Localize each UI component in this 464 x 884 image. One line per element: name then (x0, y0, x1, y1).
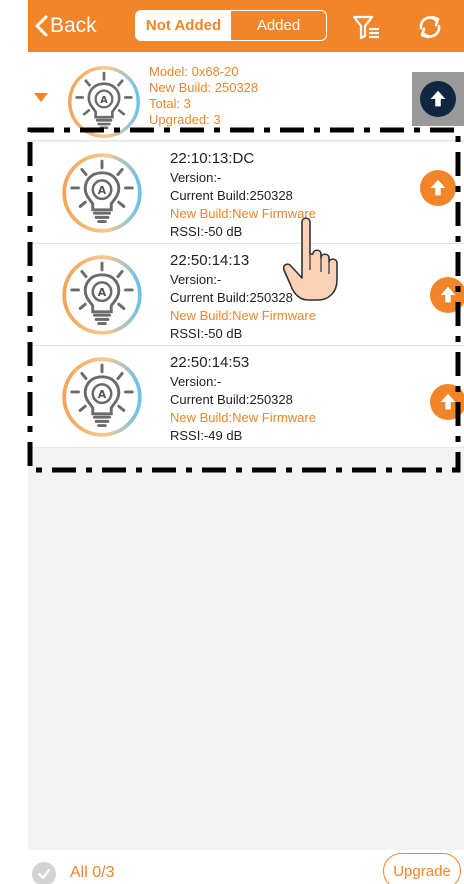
back-button[interactable]: Back (34, 11, 97, 41)
device-mac: 22:50:14:53 (170, 354, 250, 371)
refresh-icon[interactable] (415, 12, 445, 42)
group-info: Model: 0x68-20 New Build: 250328 Total: … (149, 64, 258, 128)
group-upgrade-circle (420, 81, 456, 117)
device-current-build: Current Build:250328 (170, 392, 293, 407)
device-rssi: RSSI:-49 dB (170, 428, 243, 443)
device-upgrade-button[interactable] (420, 170, 456, 206)
bulb-icon (66, 64, 142, 140)
device-current-build: Current Build:250328 (170, 188, 293, 203)
tab-added[interactable]: Added (231, 11, 326, 40)
footer-bar: All 0/3 Upgrade (28, 850, 464, 884)
device-row[interactable]: 22:10:13:DC Version:- Current Build:2503… (28, 142, 464, 244)
upgrade-button[interactable]: Upgrade (383, 853, 461, 884)
group-upgraded: Upgraded: 3 (149, 112, 221, 127)
upload-arrow-icon (437, 391, 459, 413)
group-upgrade-button[interactable] (412, 72, 464, 126)
checkmark-icon (37, 868, 51, 880)
group-total: Total: 3 (149, 96, 191, 111)
bulb-icon (60, 253, 144, 337)
device-version: Version:- (170, 374, 222, 389)
group-model: Model: 0x68-20 (149, 64, 239, 79)
device-rssi: RSSI:-50 dB (170, 326, 243, 341)
device-mac: 22:10:13:DC (170, 150, 255, 167)
select-all-checkbox[interactable] (32, 862, 56, 884)
group-new-build: New Build: 250328 (149, 80, 259, 95)
expand-caret-icon[interactable] (34, 93, 48, 102)
select-all-count: All 0/3 (70, 864, 115, 881)
upload-arrow-icon (427, 88, 449, 110)
device-new-build: New Build:New Firmware (170, 308, 316, 323)
segmented-control: Not Added Added (135, 10, 327, 41)
chevron-left-icon (35, 15, 48, 37)
tab-not-added[interactable]: Not Added (136, 11, 231, 40)
device-row[interactable]: 22:50:14:13 Version:- Current Build:2503… (28, 244, 464, 346)
upload-arrow-icon (427, 177, 449, 199)
app-screen: Back Not Added Added Model: 0x68-20 New … (28, 0, 464, 884)
device-upgrade-button[interactable] (430, 277, 464, 313)
device-version: Version:- (170, 170, 222, 185)
nav-header: Back Not Added Added (28, 0, 464, 52)
device-info: 22:50:14:53 Version:- Current Build:2503… (170, 353, 316, 445)
device-new-build: New Build:New Firmware (170, 410, 316, 425)
device-row[interactable]: 22:50:14:53 Version:- Current Build:2503… (28, 346, 464, 448)
bulb-icon (60, 151, 144, 235)
back-label: Back (50, 14, 97, 37)
device-upgrade-button[interactable] (430, 384, 464, 420)
tap-hand-icon (282, 217, 338, 301)
upload-arrow-icon (437, 284, 459, 306)
bulb-icon (60, 355, 144, 439)
model-group-row[interactable]: Model: 0x68-20 New Build: 250328 Total: … (28, 52, 464, 141)
filter-list-icon[interactable] (351, 12, 381, 42)
